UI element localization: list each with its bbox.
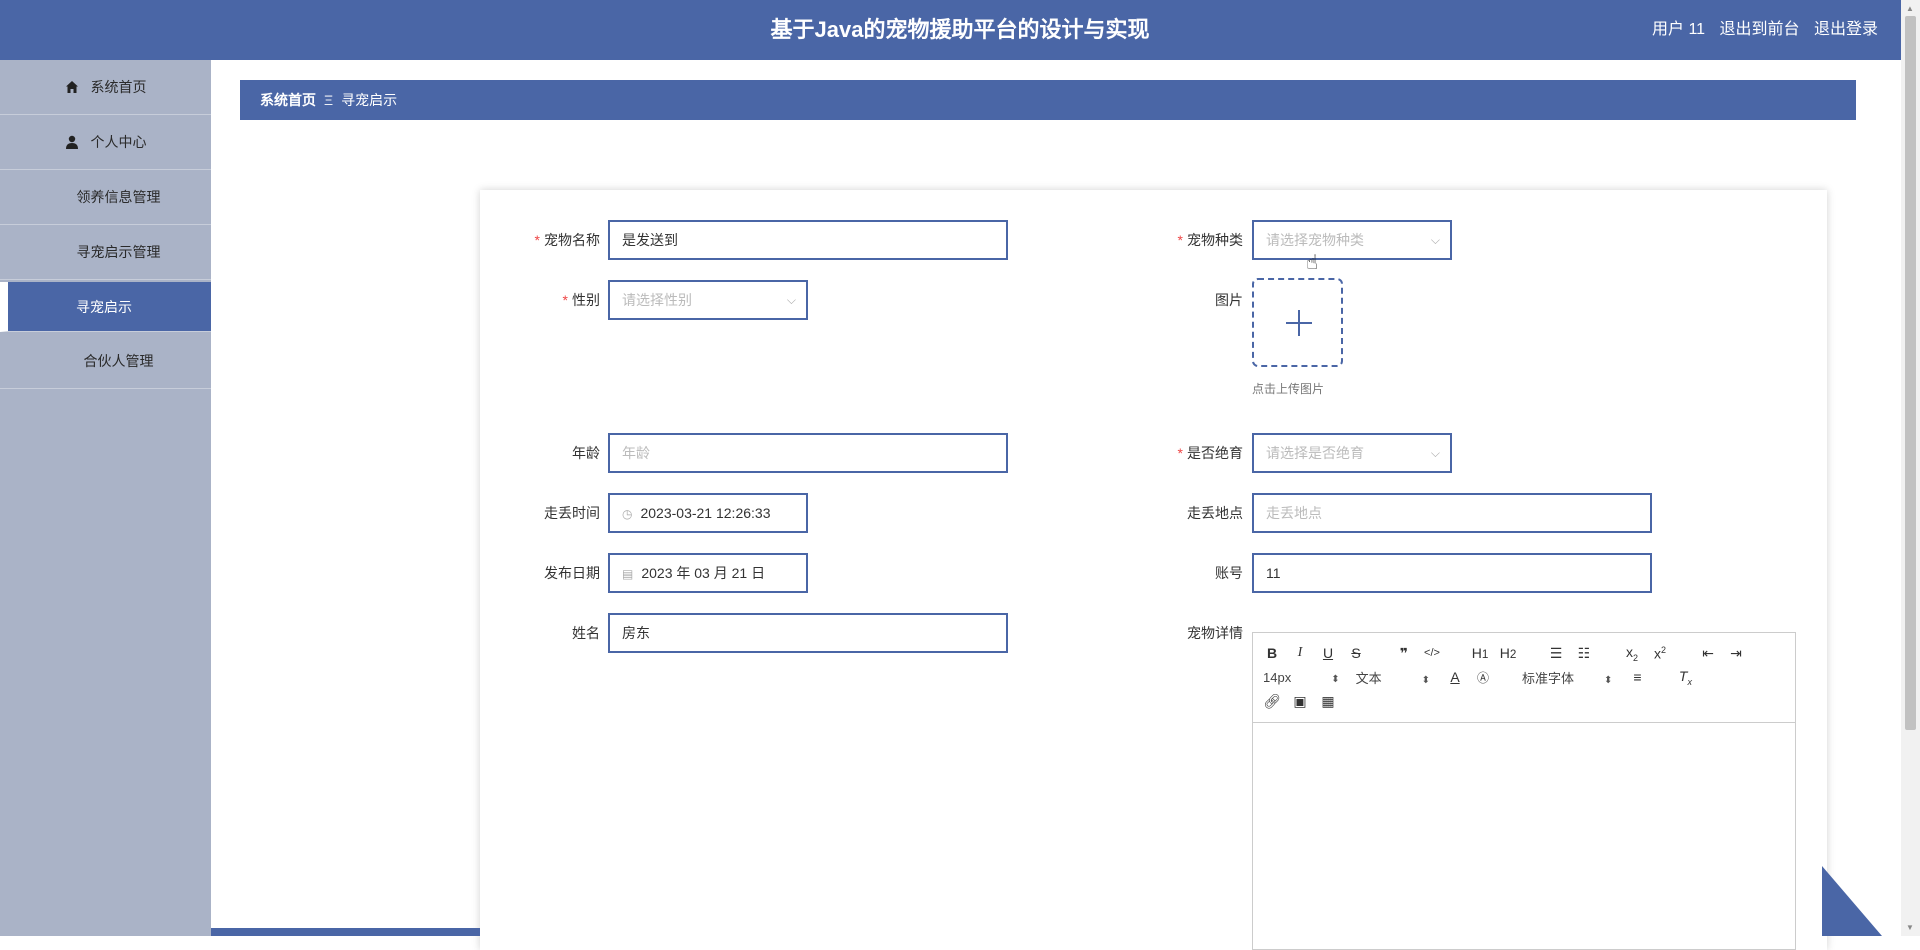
detail-label: 宠物详情 xyxy=(1187,625,1243,641)
updown-icon: ⬍ xyxy=(1421,674,1430,686)
top-header: 基于Java的宠物援助平台的设计与实现 用户 11 退出到前台 退出登录 xyxy=(0,0,1920,60)
link-icon[interactable]: 🔗︎ xyxy=(1263,693,1281,710)
chevron-down-icon: ⌵ xyxy=(786,293,796,307)
rich-text-editor: B I U S ❞ </> H1 H2 ☰ ☷ x2 x2 ⇤ ⇥ 14px⬍ xyxy=(1252,632,1796,950)
breadcrumb: 系统首页 Ξ 寻宠启示 xyxy=(240,80,1856,120)
sidebar: 系统首页 个人中心 领养信息管理 寻宠启示管理 寻宠启示 合伙人管理 xyxy=(0,60,211,936)
sidebar-item-label: 寻宠启示管理 xyxy=(76,244,161,260)
text-type-select[interactable]: 文本 ⬍ xyxy=(1356,668,1430,687)
age-input[interactable]: 年龄 xyxy=(608,433,1008,473)
upload-hint: 点击上传图片 xyxy=(1252,382,1325,396)
sidebar-item-home[interactable]: 系统首页 xyxy=(0,60,211,115)
image-icon[interactable]: ▣ xyxy=(1291,693,1309,710)
bold-icon[interactable]: B xyxy=(1263,645,1281,661)
font-family-select[interactable]: 标准字体 ⬍ xyxy=(1522,668,1612,687)
sterilized-label: * 是否绝育 xyxy=(1177,445,1243,461)
vertical-scrollbar[interactable]: ▲ ▼ xyxy=(1901,0,1920,936)
font-size-select[interactable]: 14px ⬍ xyxy=(1263,670,1340,685)
account-input[interactable]: 11 xyxy=(1252,553,1652,593)
updown-icon: ⬍ xyxy=(1604,674,1613,686)
back-to-front-link[interactable]: 退出到前台 xyxy=(1720,21,1800,38)
strikethrough-icon[interactable]: S xyxy=(1347,645,1365,661)
form-card: * 宠物名称 是发送到 * 宠物种类 请选择宠物种类 ⌵ * 性别 请选择性别 ⌵ 图片 … xyxy=(480,190,1827,950)
grid-icon xyxy=(58,354,72,368)
sidebar-subitem-lost-pet-notice[interactable]: 寻宠启示 xyxy=(0,282,211,332)
sidebar-item-lost-pet-mgmt[interactable]: 寻宠启示管理 xyxy=(0,225,211,280)
video-icon[interactable]: ▦ xyxy=(1319,693,1337,710)
name-input[interactable]: 房东 xyxy=(608,613,1008,653)
scrollbar-thumb[interactable] xyxy=(1905,16,1916,730)
pet-type-label: * 宠物种类 xyxy=(1177,232,1243,248)
pet-name-label: * 宠物名称 xyxy=(534,232,600,248)
outdent-icon[interactable]: ⇤ xyxy=(1699,645,1717,662)
sidebar-item-profile[interactable]: 个人中心 xyxy=(0,115,211,170)
main-content: 系统首页 Ξ 寻宠启示 * 宠物名称 是发送到 * 宠物种类 请选择宠物种类 ⌵ * 性别 … xyxy=(211,60,1901,950)
sidebar-item-label: 领养信息管理 xyxy=(76,189,161,205)
italic-icon[interactable]: I xyxy=(1291,645,1309,661)
footer-bar xyxy=(211,928,480,936)
mouse-pointer-icon: ☝ xyxy=(1306,252,1319,274)
lost-place-input[interactable]: 走丢地点 xyxy=(1252,493,1652,533)
name-label: 姓名 xyxy=(572,625,600,641)
sidebar-item-label: 合伙人管理 xyxy=(83,353,154,369)
lost-place-label: 走丢地点 xyxy=(1187,505,1243,521)
lost-time-label: 走丢时间 xyxy=(544,505,600,521)
code-block-icon[interactable]: </> xyxy=(1423,647,1441,659)
gender-select[interactable]: 请选择性别 ⌵ xyxy=(608,280,808,320)
background-color-icon[interactable]: Ⓐ xyxy=(1474,669,1492,686)
align-icon[interactable]: ≡ xyxy=(1628,669,1646,685)
subscript-icon[interactable]: x2 xyxy=(1623,644,1641,663)
grid-icon xyxy=(51,245,65,259)
sidebar-item-partner[interactable]: 合伙人管理 xyxy=(0,334,211,389)
plus-icon-vertical xyxy=(1298,310,1300,336)
publish-date-picker[interactable]: ▤ 2023 年 03 月 21 日 xyxy=(608,553,808,593)
header-2-icon[interactable]: H2 xyxy=(1499,645,1517,661)
font-color-icon[interactable]: A xyxy=(1446,669,1464,685)
editor-content-area[interactable] xyxy=(1253,723,1795,949)
user-icon xyxy=(65,135,79,149)
calendar-icon: ▤ xyxy=(622,567,634,581)
app-title: 基于Java的宠物援助平台的设计与实现 xyxy=(770,17,1150,42)
underline-icon[interactable]: U xyxy=(1319,645,1337,661)
gender-label: * 性别 xyxy=(562,292,600,308)
publish-date-label: 发布日期 xyxy=(544,565,600,581)
sidebar-item-label: 系统首页 xyxy=(90,79,147,95)
sidebar-item-label: 个人中心 xyxy=(90,134,147,150)
sidebar-item-label: 寻宠启示 xyxy=(76,298,132,315)
header-1-icon[interactable]: H1 xyxy=(1471,645,1489,661)
lost-time-picker[interactable]: ◷ 2023-03-21 12:26:33 xyxy=(608,493,808,533)
home-icon xyxy=(65,80,79,94)
sterilized-select[interactable]: 请选择是否绝育 ⌵ xyxy=(1252,433,1452,473)
grid-icon xyxy=(51,190,65,204)
editor-toolbar: B I U S ❞ </> H1 H2 ☰ ☷ x2 x2 ⇤ ⇥ 14px⬍ xyxy=(1253,633,1795,723)
user-menu: 用户 11 退出到前台 退出登录 xyxy=(1652,0,1878,60)
breadcrumb-separator: Ξ xyxy=(324,92,334,108)
logout-link[interactable]: 退出登录 xyxy=(1814,21,1878,38)
clock-icon: ◷ xyxy=(622,507,633,521)
superscript-icon[interactable]: x2 xyxy=(1651,645,1669,662)
indent-icon[interactable]: ⇥ xyxy=(1727,645,1745,662)
chevron-down-icon: ⌵ xyxy=(1430,233,1440,247)
breadcrumb-home[interactable]: 系统首页 xyxy=(260,92,316,108)
account-label: 账号 xyxy=(1215,565,1243,581)
user-label: 用户 11 xyxy=(1652,21,1706,38)
quote-icon[interactable]: ❞ xyxy=(1395,645,1413,662)
scroll-up-icon[interactable]: ▲ xyxy=(1906,4,1914,13)
pet-type-select[interactable]: 请选择宠物种类 ⌵ xyxy=(1252,220,1452,260)
bullet-list-icon[interactable]: ☷ xyxy=(1575,645,1593,662)
age-label: 年龄 xyxy=(572,445,600,461)
image-upload-button[interactable] xyxy=(1252,278,1343,367)
scroll-down-icon[interactable]: ▼ xyxy=(1906,923,1914,932)
updown-icon: ⬍ xyxy=(1331,673,1340,685)
pet-name-input[interactable]: 是发送到 xyxy=(608,220,1008,260)
image-label: 图片 xyxy=(1215,292,1243,308)
breadcrumb-current: 寻宠启示 xyxy=(341,92,398,108)
clear-format-icon[interactable]: Tx xyxy=(1676,668,1694,687)
chevron-down-icon: ⌵ xyxy=(1430,446,1440,460)
sidebar-item-adoption[interactable]: 领养信息管理 xyxy=(0,170,211,225)
ordered-list-icon[interactable]: ☰ xyxy=(1547,645,1565,662)
